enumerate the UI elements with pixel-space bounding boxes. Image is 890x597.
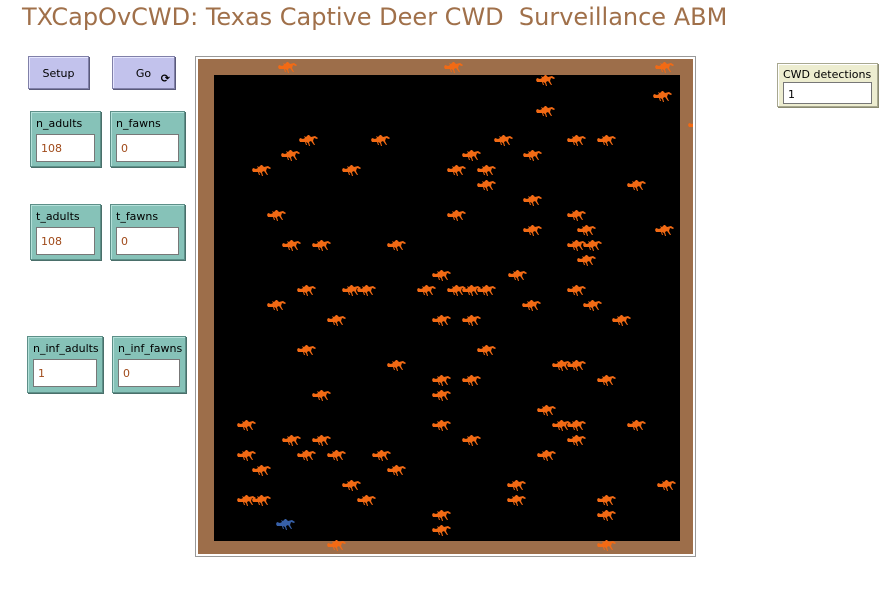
monitor-value: 1	[783, 82, 872, 104]
setup-button[interactable]: Setup	[28, 56, 89, 89]
setup-button-label: Setup	[42, 67, 75, 80]
monitor-label: n_inf_adults	[33, 342, 99, 355]
monitor-label: n_fawns	[116, 117, 161, 130]
monitor-value: 0	[116, 227, 179, 255]
monitor-label: n_inf_fawns	[118, 342, 183, 355]
monitor-value: 1	[33, 359, 97, 387]
monitor-value: 0	[116, 134, 179, 162]
monitor-n-fawns: n_fawns 0	[110, 111, 185, 167]
monitor-label: t_fawns	[116, 210, 159, 223]
monitor-value: 0	[118, 359, 180, 387]
app-title: TXCapOvCWD: Texas Captive Deer CWD Surve…	[22, 3, 728, 31]
monitor-value: 108	[36, 134, 95, 162]
world-canvas	[198, 59, 693, 554]
monitor-cwd-detections: CWD detections 1	[777, 63, 878, 107]
monitor-label: t_adults	[36, 210, 80, 223]
pen-interior	[214, 75, 680, 541]
monitor-n-adults: n_adults 108	[30, 111, 101, 167]
world-view[interactable]	[195, 56, 696, 557]
monitor-t-adults: t_adults 108	[30, 204, 101, 260]
monitor-t-fawns: t_fawns 0	[110, 204, 185, 260]
forever-arrows-icon: ⟳	[160, 72, 170, 85]
monitor-n-inf-fawns: n_inf_fawns 0	[112, 336, 186, 393]
monitor-label: CWD detections	[783, 68, 872, 81]
monitor-label: n_adults	[36, 117, 83, 130]
go-button[interactable]: Go ⟳	[112, 56, 175, 89]
monitor-n-inf-adults: n_inf_adults 1	[27, 336, 103, 393]
monitor-value: 108	[36, 227, 95, 255]
